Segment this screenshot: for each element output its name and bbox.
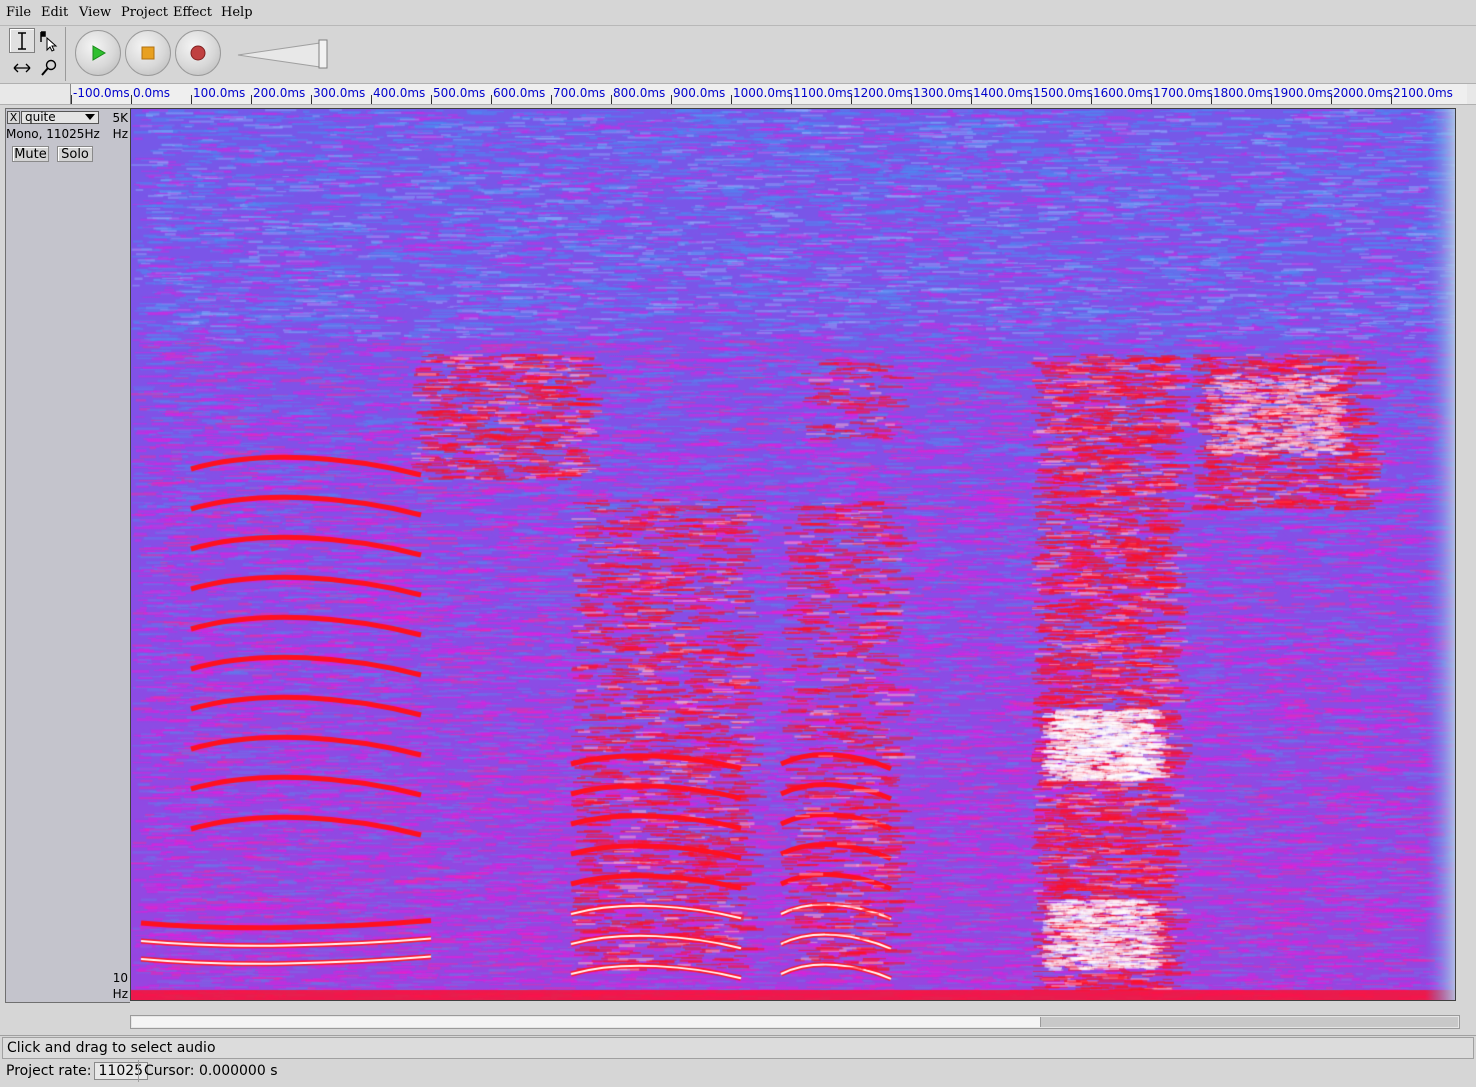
ruler-label: 1000.0ms	[733, 86, 793, 100]
project-rate-label: Project rate:	[6, 1063, 92, 1079]
chevron-down-icon	[85, 114, 95, 120]
mute-button[interactable]: Mute	[12, 146, 49, 162]
frequency-min-unit: Hz	[112, 987, 128, 1001]
volume-slider[interactable]	[234, 39, 330, 69]
menu-file[interactable]: File	[6, 5, 31, 20]
tools-palette	[8, 27, 66, 81]
stop-button[interactable]	[125, 30, 171, 76]
status-message: Click and drag to select audio	[2, 1037, 1474, 1059]
project-rate: Project rate: 11025	[2, 1060, 149, 1082]
spectrogram-view[interactable]	[130, 108, 1456, 1001]
ruler-tick	[971, 95, 972, 104]
zoom-tool-button[interactable]	[36, 55, 62, 80]
ruler-label: 600.0ms	[493, 86, 546, 100]
ruler-tick	[791, 95, 792, 104]
ruler-label: -100.0ms	[73, 86, 130, 100]
track-close-button[interactable]: X	[7, 111, 20, 124]
ruler-label: 1700.0ms	[1153, 86, 1213, 100]
track-area: X quite Mono, 11025Hz Mute Solo 5K Hz 10…	[0, 105, 1476, 1020]
ruler-tick	[1271, 95, 1272, 104]
menu-project[interactable]: Project	[121, 5, 168, 20]
ruler-tick	[1091, 95, 1092, 104]
ruler-tick	[71, 95, 72, 104]
track-name-label: quite	[25, 110, 56, 124]
ruler-tick	[131, 95, 132, 104]
ruler-scale[interactable]: -100.0ms 0.0ms 100.0ms 200.0ms 300.0ms 400.0m…	[70, 84, 1467, 104]
menu-view[interactable]: View	[79, 5, 111, 20]
frequency-ruler: 5K Hz 10 Hz	[100, 108, 130, 1003]
menu-effect[interactable]: Effect	[173, 5, 212, 20]
ruler-tick	[1151, 95, 1152, 104]
cursor-position: Cursor: 0.000000 s	[138, 1060, 278, 1082]
scrollbar-thumb[interactable]	[132, 1017, 1041, 1027]
play-icon	[92, 45, 106, 61]
menu-help[interactable]: Help	[221, 5, 253, 20]
ruler-tick	[491, 95, 492, 104]
ruler-label: 2000.0ms	[1333, 86, 1393, 100]
ruler-label: 1400.0ms	[973, 86, 1033, 100]
ruler-label: 1300.0ms	[913, 86, 973, 100]
frequency-max-value: 5K	[112, 111, 128, 125]
ruler-tick	[551, 95, 552, 104]
ruler-tick	[1031, 95, 1032, 104]
ruler-tick	[611, 95, 612, 104]
magnifier-icon	[41, 59, 57, 76]
ruler-label: 1100.0ms	[793, 86, 853, 100]
stop-icon	[141, 46, 155, 60]
timeshift-tool-button[interactable]	[9, 55, 35, 80]
frequency-min-value: 10	[112, 971, 128, 985]
envelope-tool-button[interactable]	[36, 28, 62, 53]
ruler-label: 0.0ms	[133, 86, 171, 100]
ruler-label: 1800.0ms	[1213, 86, 1273, 100]
scrollbar-track[interactable]	[1041, 1017, 1458, 1027]
ruler-label: 300.0ms	[313, 86, 366, 100]
spectrogram-canvas[interactable]	[131, 109, 1455, 1000]
track-control-panel[interactable]: X quite Mono, 11025Hz Mute Solo	[5, 108, 101, 1003]
timeline-ruler[interactable]: -100.0ms 0.0ms 100.0ms 200.0ms 300.0ms 400.0m…	[0, 84, 1476, 105]
status-bar: Click and drag to select audio Project r…	[0, 1035, 1476, 1087]
menu-bar: File Edit View Project Effect Help	[0, 0, 1476, 26]
track-name-dropdown[interactable]: quite	[21, 111, 99, 124]
ruler-label: 1600.0ms	[1093, 86, 1153, 100]
ruler-tick	[191, 95, 192, 104]
volume-wedge-icon	[237, 39, 328, 69]
ruler-label: 400.0ms	[373, 86, 426, 100]
record-button[interactable]	[175, 30, 221, 76]
ruler-label: 500.0ms	[433, 86, 486, 100]
ruler-tick	[251, 95, 252, 104]
double-arrow-icon	[13, 63, 31, 72]
ruler-label: 1200.0ms	[853, 86, 913, 100]
ruler-label: 1900.0ms	[1273, 86, 1333, 100]
horizontal-scrollbar[interactable]	[130, 1015, 1460, 1029]
ruler-tick	[1391, 95, 1392, 104]
ruler-tick	[731, 95, 732, 104]
ruler-tick	[371, 95, 372, 104]
ruler-label: 1500.0ms	[1033, 86, 1093, 100]
ruler-tick	[1211, 95, 1212, 104]
ruler-tick	[911, 95, 912, 104]
ruler-label: 2100.0ms	[1393, 86, 1453, 100]
ruler-tick	[671, 95, 672, 104]
ibeam-icon	[18, 31, 26, 50]
ruler-tick	[431, 95, 432, 104]
ruler-label: 200.0ms	[253, 86, 306, 100]
envelope-cursor-icon	[40, 30, 58, 52]
menu-edit[interactable]: Edit	[41, 5, 68, 20]
ruler-label: 700.0ms	[553, 86, 606, 100]
toolbar	[0, 26, 1476, 84]
selection-tool-button[interactable]	[9, 28, 35, 53]
ruler-label: 800.0ms	[613, 86, 666, 100]
solo-button[interactable]: Solo	[57, 146, 93, 162]
ruler-tick	[1331, 95, 1332, 104]
track-format-info: Mono, 11025Hz	[6, 127, 100, 141]
ruler-tick	[311, 95, 312, 104]
ruler-label: 100.0ms	[193, 86, 246, 100]
ruler-label: 900.0ms	[673, 86, 726, 100]
record-icon	[190, 45, 206, 61]
ruler-tick	[851, 95, 852, 104]
play-button[interactable]	[75, 30, 121, 76]
frequency-max-unit: Hz	[112, 127, 128, 141]
